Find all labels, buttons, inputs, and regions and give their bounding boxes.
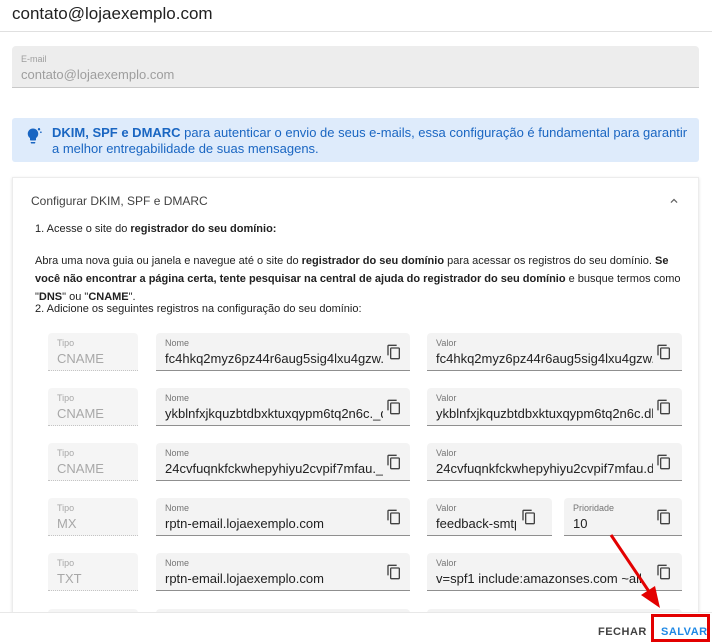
email-field-value: contato@lojaexemplo.com	[21, 67, 175, 82]
copy-icon[interactable]	[386, 508, 402, 526]
record-value-field[interactable]: Valorykblnfxjkquzbtdbxktuxqypm6tq2n6c.dk…	[427, 388, 682, 426]
record-type-field: Tipo TXT	[48, 553, 138, 591]
step-1-heading: 1. Acesse o site do registrador do seu d…	[35, 223, 277, 235]
dkim-config-panel: Configurar DKIM, SPF e DMARC 1. Acesse o…	[12, 177, 699, 643]
info-alert-bold: DKIM, SPF e DMARC	[52, 125, 181, 140]
copy-icon[interactable]	[656, 343, 672, 361]
chevron-up-icon[interactable]	[667, 194, 681, 208]
copy-icon[interactable]	[656, 398, 672, 416]
email-field: E-mail contato@lojaexemplo.com	[12, 46, 699, 88]
copy-icon[interactable]	[656, 563, 672, 581]
record-name-field[interactable]: Nomefc4hkq2myz6pz44r6aug5sig4lxu4gzw._do…	[156, 333, 410, 371]
record-type-field: Tipo MX	[48, 498, 138, 536]
record-name-field[interactable]: Nome rptn-email.lojaexemplo.com	[156, 553, 410, 591]
record-value-field[interactable]: Valor24cvfuqnkfckwhepyhiyu2cvpif7mfau.dk…	[427, 443, 682, 481]
title-divider	[0, 31, 712, 32]
info-alert-text: DKIM, SPF e DMARC para autenticar o envi…	[52, 125, 692, 157]
record-type-field: Tipo CNAME	[48, 388, 138, 426]
email-field-label: E-mail	[21, 54, 47, 64]
copy-icon[interactable]	[386, 453, 402, 471]
dialog-footer: FECHAR SALVAR	[0, 612, 712, 643]
record-value-field[interactable]: Valor v=spf1 include:amazonses.com ~all	[427, 553, 682, 591]
panel-title[interactable]: Configurar DKIM, SPF e DMARC	[31, 194, 208, 208]
copy-icon[interactable]	[386, 343, 402, 361]
record-type-field: Tipo CNAME	[48, 333, 138, 371]
copy-icon[interactable]	[656, 508, 672, 526]
dialog-title: contato@lojaexemplo.com	[12, 4, 213, 23]
record-name-field[interactable]: Nome24cvfuqnkfckwhepyhiyu2cvpif7mfau._do…	[156, 443, 410, 481]
record-priority-field[interactable]: Prioridade 10	[564, 498, 682, 536]
copy-icon[interactable]	[521, 508, 537, 526]
step-2-heading: 2. Adicione os seguintes registros na co…	[35, 303, 362, 315]
close-button[interactable]: FECHAR	[598, 626, 647, 638]
copy-icon[interactable]	[386, 398, 402, 416]
lightbulb-icon	[27, 128, 42, 144]
record-value-field[interactable]: Valorfc4hkq2myz6pz44r6aug5sig4lxu4gzw.dk…	[427, 333, 682, 371]
copy-icon[interactable]	[386, 563, 402, 581]
copy-icon[interactable]	[656, 453, 672, 471]
record-name-field[interactable]: Nomeykblnfxjkquzbtdbxktuxqypm6tq2n6c._do…	[156, 388, 410, 426]
step-1-body: Abra uma nova guia ou janela e navegue a…	[35, 255, 681, 303]
info-alert: DKIM, SPF e DMARC para autenticar o envi…	[12, 118, 699, 162]
record-type-field: Tipo CNAME	[48, 443, 138, 481]
record-name-field[interactable]: Nome rptn-email.lojaexemplo.com	[156, 498, 410, 536]
record-value-field[interactable]: Valorfeedback-smtp.us-east-1.amazonses.c…	[427, 498, 552, 536]
save-highlight-box	[651, 614, 710, 642]
